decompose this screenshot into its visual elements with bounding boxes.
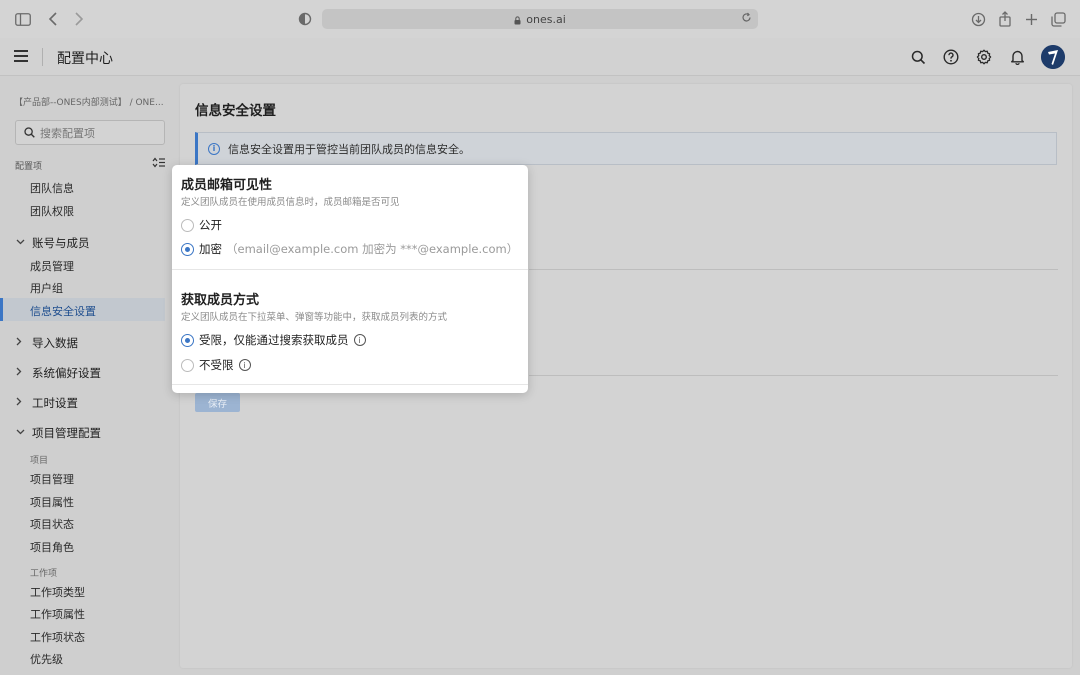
lock-icon [514, 15, 521, 25]
radio-checked[interactable] [181, 242, 194, 256]
member-option-restricted[interactable]: 受限，仅能通过搜索获取成员 i [181, 332, 366, 348]
radio-unchecked[interactable] [181, 358, 194, 372]
member-option-unrestricted[interactable]: 不受限 i [181, 357, 251, 373]
option-label: 不受限 [199, 358, 234, 372]
popup-divider [172, 269, 528, 270]
sidebar-item-project-roles[interactable]: 项目角色 [30, 539, 74, 555]
sidebar-toggle-icon[interactable] [13, 9, 33, 29]
page-title: 信息安全设置 [195, 103, 276, 119]
sidebar-item-workitem-types[interactable]: 工作项类型 [30, 584, 85, 600]
sidebar-group-label: 项目管理配置 [32, 426, 101, 440]
sidebar-item-workitem-attributes[interactable]: 工作项属性 [30, 606, 85, 622]
info-icon[interactable]: i [238, 359, 251, 371]
config-search-input[interactable]: 搜索配置项 [15, 120, 165, 145]
email-option-encrypted[interactable]: 加密 （email@example.com 加密为 ***@example.co… [181, 241, 518, 257]
address-bar[interactable]: ones.ai [322, 9, 758, 29]
sidebar-item-project-attributes[interactable]: 项目属性 [30, 494, 74, 510]
app-header: 配置中心 [0, 38, 1080, 76]
sidebar-item-team-permissions[interactable]: 团队权限 [30, 203, 74, 219]
menu-icon[interactable] [14, 50, 28, 62]
org-breadcrumb[interactable]: 【产品部--ONES内部测试】 / ONE... [14, 95, 168, 108]
sidebar-group-label: 导入数据 [32, 336, 78, 350]
popup-divider [172, 384, 528, 385]
sidebar-group-label: 工时设置 [32, 396, 78, 410]
reload-icon[interactable] [741, 12, 752, 26]
app-title: 配置中心 [57, 51, 113, 67]
sidebar-subheading-project: 项目 [30, 456, 49, 466]
sidebar-item-security[interactable]: 信息安全设置 [30, 303, 96, 319]
sidebar-group-label: 系统偏好设置 [32, 366, 101, 380]
member-access-desc: 定义团队成员在下拉菜单、弹窗等功能中，获取成员列表的方式 [181, 312, 448, 323]
bell-icon[interactable] [1007, 47, 1027, 67]
url-text: ones.ai [526, 12, 566, 26]
search-icon[interactable] [908, 47, 928, 67]
sidebar-group-import[interactable]: 导入数据 [16, 335, 78, 351]
avatar[interactable] [1041, 45, 1065, 69]
privacy-shield-icon[interactable] [295, 9, 315, 29]
sidebar: 【产品部--ONES内部测试】 / ONE... 搜索配置项 配置项 团队信息 … [0, 77, 172, 675]
radio-unchecked[interactable] [181, 218, 194, 232]
chevron-right-icon [16, 337, 28, 349]
section-label: 配置项 [15, 162, 43, 172]
save-button[interactable]: 保存 [195, 393, 240, 412]
tab-overview-icon[interactable] [1048, 9, 1068, 29]
sidebar-item-project-status[interactable]: 项目状态 [30, 516, 74, 532]
chevron-down-icon [16, 238, 28, 248]
chevron-right-icon [16, 367, 28, 379]
sidebar-group-hours[interactable]: 工时设置 [16, 395, 78, 411]
info-banner-text: 信息安全设置用于管控当前团队成员的信息安全。 [228, 142, 470, 156]
help-icon[interactable] [941, 47, 961, 67]
info-icon: i [208, 142, 220, 155]
sidebar-item-user-groups[interactable]: 用户组 [30, 280, 63, 296]
share-icon[interactable] [995, 9, 1015, 29]
chevron-right-icon [16, 397, 28, 409]
sidebar-item-members[interactable]: 成员管理 [30, 258, 74, 274]
forward-icon[interactable] [69, 9, 89, 29]
gear-icon[interactable] [974, 47, 994, 67]
sort-list-icon[interactable] [152, 157, 166, 171]
sidebar-item-team-info[interactable]: 团队信息 [30, 180, 74, 196]
info-icon[interactable]: i [353, 334, 366, 346]
section-divider [529, 269, 1058, 270]
option-hint: （email@example.com 加密为 ***@example.com） [226, 242, 519, 256]
search-icon [24, 127, 35, 138]
option-label: 公开 [199, 218, 222, 232]
sidebar-group-label: 账号与成员 [32, 236, 90, 250]
sidebar-item-workitem-status[interactable]: 工作项状态 [30, 629, 85, 645]
chevron-down-icon [16, 428, 28, 438]
member-access-title: 获取成员方式 [181, 293, 260, 308]
download-icon[interactable] [968, 9, 988, 29]
search-placeholder: 搜索配置项 [40, 126, 95, 140]
back-icon[interactable] [43, 9, 63, 29]
sidebar-item-project-management[interactable]: 项目管理 [30, 471, 74, 487]
sidebar-group-project[interactable]: 项目管理配置 [16, 425, 101, 441]
info-banner: i 信息安全设置用于管控当前团队成员的信息安全。 [195, 132, 1057, 165]
section-divider [529, 375, 1058, 376]
option-label: 加密 [199, 242, 222, 256]
security-settings-popup: 成员邮箱可见性 定义团队成员在使用成员信息时，成员邮箱是否可见 公开 加密 （e… [172, 165, 528, 393]
sidebar-group-preferences[interactable]: 系统偏好设置 [16, 365, 101, 381]
email-option-public[interactable]: 公开 [181, 217, 222, 233]
sidebar-item-priority[interactable]: 优先级 [30, 651, 63, 667]
sidebar-subheading-workitem: 工作项 [30, 569, 58, 579]
new-tab-icon[interactable] [1021, 9, 1041, 29]
email-visibility-title: 成员邮箱可见性 [181, 178, 273, 193]
option-label: 受限，仅能通过搜索获取成员 [199, 333, 349, 347]
browser-toolbar: ones.ai [0, 0, 1080, 38]
sidebar-group-account[interactable]: 账号与成员 [16, 235, 90, 251]
email-visibility-desc: 定义团队成员在使用成员信息时，成员邮箱是否可见 [181, 197, 400, 208]
radio-checked[interactable] [181, 333, 194, 347]
header-divider [42, 48, 43, 66]
